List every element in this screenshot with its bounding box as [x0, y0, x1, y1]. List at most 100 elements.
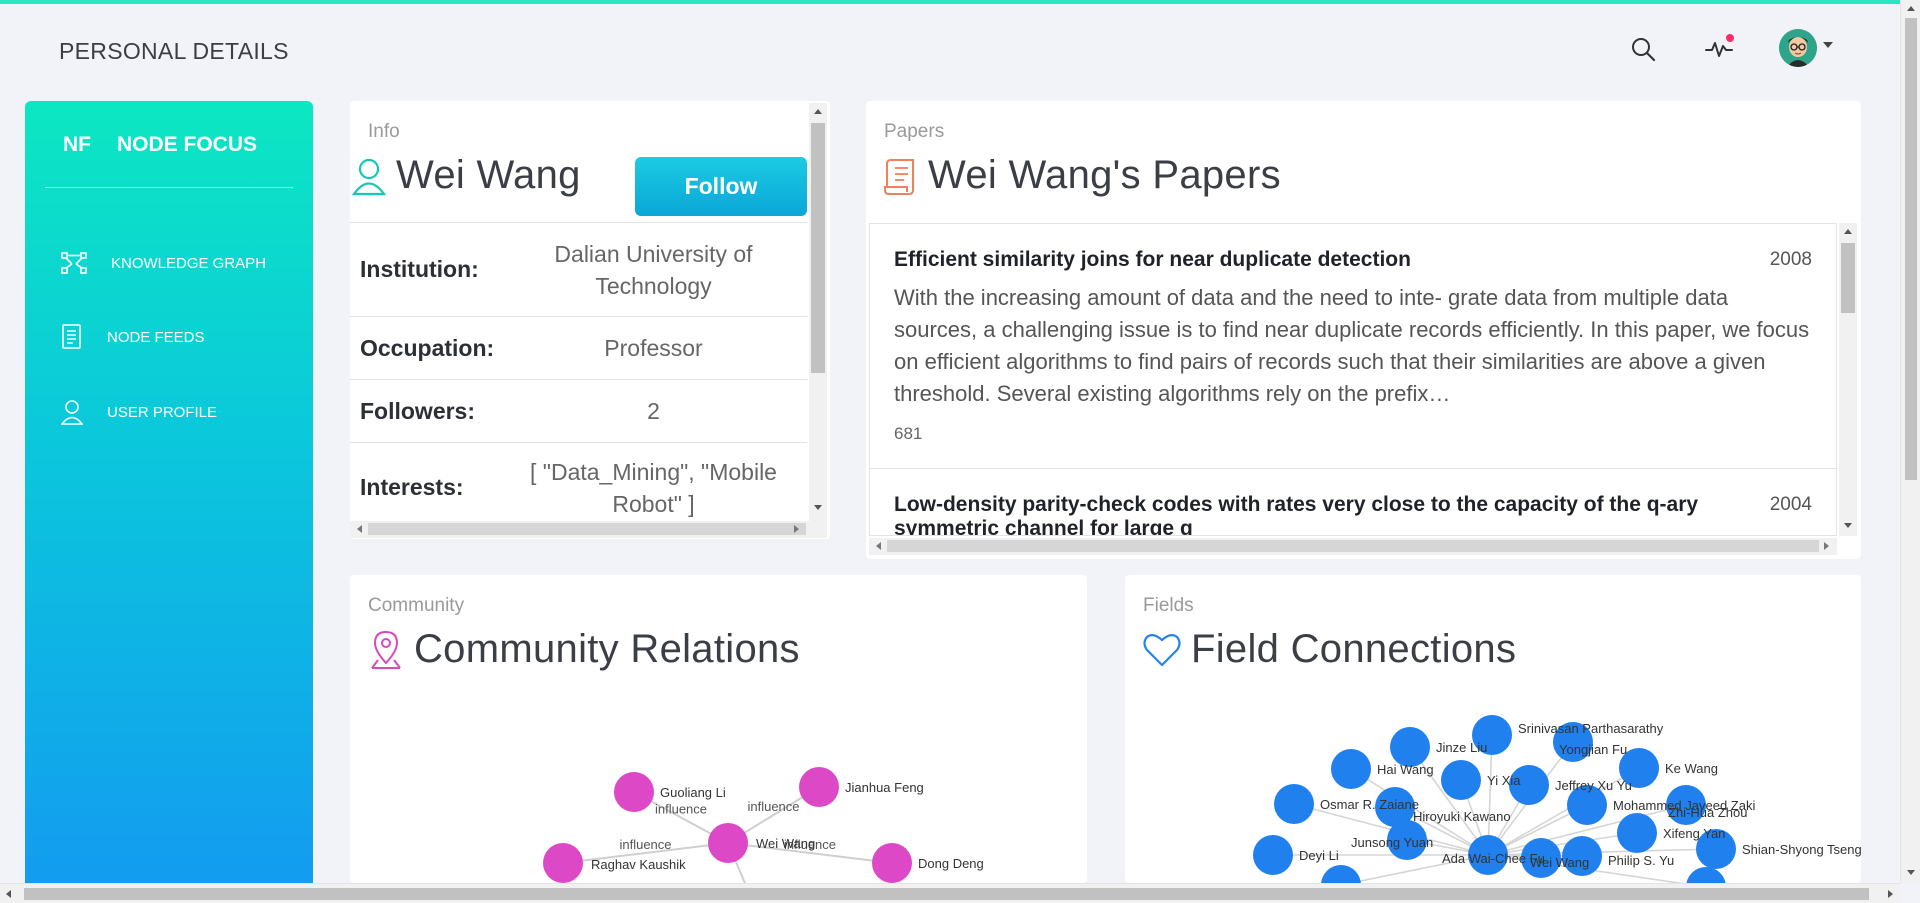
feed-icon — [62, 324, 81, 349]
node-label: Dong Deng — [918, 856, 984, 871]
graph-node[interactable] — [1617, 813, 1657, 853]
node-label: Philip S. Yu — [1608, 853, 1674, 868]
graph-node[interactable] — [1253, 835, 1293, 875]
sidebar-item-knowledge-graph[interactable]: KNOWLEDGE GRAPH — [61, 243, 266, 283]
scrollbar-thumb[interactable] — [811, 123, 825, 373]
page-header: PERSONAL DETAILS — [0, 4, 1900, 94]
edge-label: influence — [619, 837, 671, 852]
user-icon — [61, 400, 83, 425]
node-label: Jeffrey Xu Yu — [1555, 778, 1632, 793]
node-label: Jianhua Feng — [845, 780, 924, 795]
follow-button[interactable]: Follow — [635, 157, 807, 216]
sidebar-item-label: USER PROFILE — [107, 403, 218, 421]
papers-horizontal-scrollbar[interactable] — [869, 538, 1837, 555]
scroll-down-arrow-icon[interactable] — [1844, 523, 1852, 528]
graph-node[interactable] — [1331, 749, 1371, 789]
user-avatar-icon — [1779, 29, 1817, 67]
info-card: Info Wei Wang Follow Institution: Dalian… — [350, 101, 830, 539]
graph-node[interactable] — [872, 843, 912, 883]
scroll-left-arrow-icon[interactable] — [876, 542, 881, 550]
scroll-right-arrow-icon[interactable] — [1824, 542, 1829, 550]
papers-heading: Wei Wang's Papers — [884, 153, 1281, 198]
info-table: Institution: Dalian University of Techno… — [350, 222, 807, 522]
graph-node[interactable] — [1274, 784, 1314, 824]
info-value: 2 — [647, 398, 660, 424]
user-icon — [352, 158, 386, 195]
community-card: Community Community Relations influence i… — [350, 575, 1087, 883]
scroll-up-arrow-icon[interactable] — [1844, 229, 1852, 234]
graph-icon — [61, 252, 87, 274]
scrollbar-thumb[interactable] — [368, 523, 806, 535]
papers-list: Efficient similarity joins for near dupl… — [869, 223, 1837, 536]
graph-node[interactable] — [1441, 760, 1481, 800]
info-vertical-scrollbar[interactable] — [809, 103, 827, 521]
scroll-right-arrow-icon[interactable] — [1888, 890, 1893, 898]
fields-graph[interactable]: Srinivasan Parthasarathy Yongjian Fu Jinze… — [1125, 575, 1861, 883]
papers-vertical-scrollbar[interactable] — [1839, 223, 1857, 536]
scrollbar-thumb[interactable] — [1841, 243, 1855, 313]
list-item[interactable]: Low-density parity-check codes with rate… — [870, 469, 1836, 535]
paper-title[interactable]: Efficient similarity joins for near dupl… — [894, 248, 1812, 272]
scroll-up-arrow-icon[interactable] — [1907, 6, 1915, 11]
node-label: Wei Wang — [756, 836, 815, 851]
notification-dot — [1726, 34, 1734, 42]
papers-card: Papers Wei Wang's Papers Efficient simil… — [866, 101, 1861, 559]
info-key: Interests: — [360, 474, 464, 500]
sidebar-item-label: KNOWLEDGE GRAPH — [111, 254, 267, 272]
search-icon — [1632, 38, 1656, 62]
brand-short: NF — [63, 133, 91, 156]
info-row-occupation: Occupation: Professor — [350, 316, 807, 379]
sidebar-item-user-profile[interactable]: USER PROFILE — [61, 392, 217, 432]
info-key: Occupation: — [360, 334, 495, 361]
avatar[interactable] — [1779, 29, 1817, 67]
chevron-down-icon[interactable] — [1823, 42, 1833, 48]
scroll-document-icon — [884, 158, 914, 195]
edge-label: influence — [747, 799, 799, 814]
node-label: Guoliang Li — [660, 785, 726, 800]
graph-node[interactable] — [614, 772, 654, 812]
scroll-up-arrow-icon[interactable] — [814, 109, 822, 114]
graph-node[interactable] — [1390, 727, 1430, 767]
fields-card: Fields Field Connections Srinivasan Part… — [1125, 575, 1861, 883]
sidebar: NF NODE FOCUS KNOWLEDGE GRAPH NODE FEEDS… — [25, 101, 313, 883]
community-graph[interactable]: influence influenceinfluenceinfluence Guo… — [350, 575, 1087, 883]
page-horizontal-scrollbar[interactable] — [0, 883, 1900, 903]
notifications-button[interactable] — [1702, 32, 1736, 66]
scrollbar-thumb[interactable] — [887, 540, 1819, 552]
info-horizontal-scrollbar[interactable] — [350, 521, 827, 538]
scrollbar-thumb[interactable] — [1905, 18, 1917, 480]
page-vertical-scrollbar[interactable] — [1900, 0, 1920, 883]
node-label: Junsong Yuan — [1351, 835, 1433, 850]
node-label: Yongjian Fu — [1559, 742, 1627, 757]
scroll-down-arrow-icon[interactable] — [1907, 870, 1915, 875]
list-item[interactable]: Efficient similarity joins for near dupl… — [870, 224, 1836, 469]
node-label: Jinze Liu — [1436, 740, 1487, 755]
search-button[interactable] — [1626, 32, 1660, 66]
node-label: Yi Xia — [1487, 773, 1521, 788]
info-row-institution: Institution: Dalian University of Techno… — [350, 222, 807, 316]
scrollbar-thumb[interactable] — [24, 888, 1869, 900]
scroll-down-arrow-icon[interactable] — [814, 505, 822, 510]
page-title: PERSONAL DETAILS — [59, 38, 289, 64]
info-key: Institution: — [360, 256, 479, 282]
graph-node[interactable] — [799, 767, 839, 807]
graph-node[interactable] — [1686, 867, 1726, 883]
paper-title[interactable]: Low-density parity-check codes with rate… — [894, 493, 1812, 535]
scroll-left-arrow-icon[interactable] — [6, 890, 11, 898]
scroll-left-arrow-icon[interactable] — [357, 525, 362, 533]
node-label: Hiroyuki Kawano — [1413, 809, 1511, 824]
info-value: Professor — [604, 335, 703, 361]
papers-card-label: Papers — [884, 121, 945, 142]
info-card-label: Info — [368, 121, 400, 142]
brand[interactable]: NF NODE FOCUS — [63, 133, 257, 157]
paper-citation-count: 681 — [894, 424, 923, 443]
graph-node[interactable] — [543, 843, 583, 883]
graph-node[interactable] — [708, 823, 748, 863]
info-row-followers: Followers: 2 — [350, 379, 807, 442]
node-label: Wei Wang — [1530, 855, 1589, 870]
scroll-right-arrow-icon[interactable] — [794, 525, 799, 533]
sidebar-item-node-feeds[interactable]: NODE FEEDS — [61, 317, 205, 357]
graph-node[interactable] — [1321, 865, 1361, 883]
node-label: Deyi Li — [1299, 848, 1339, 863]
info-row-interests: Interests: [ "Data_Mining", "Mobile Robo… — [350, 442, 807, 522]
